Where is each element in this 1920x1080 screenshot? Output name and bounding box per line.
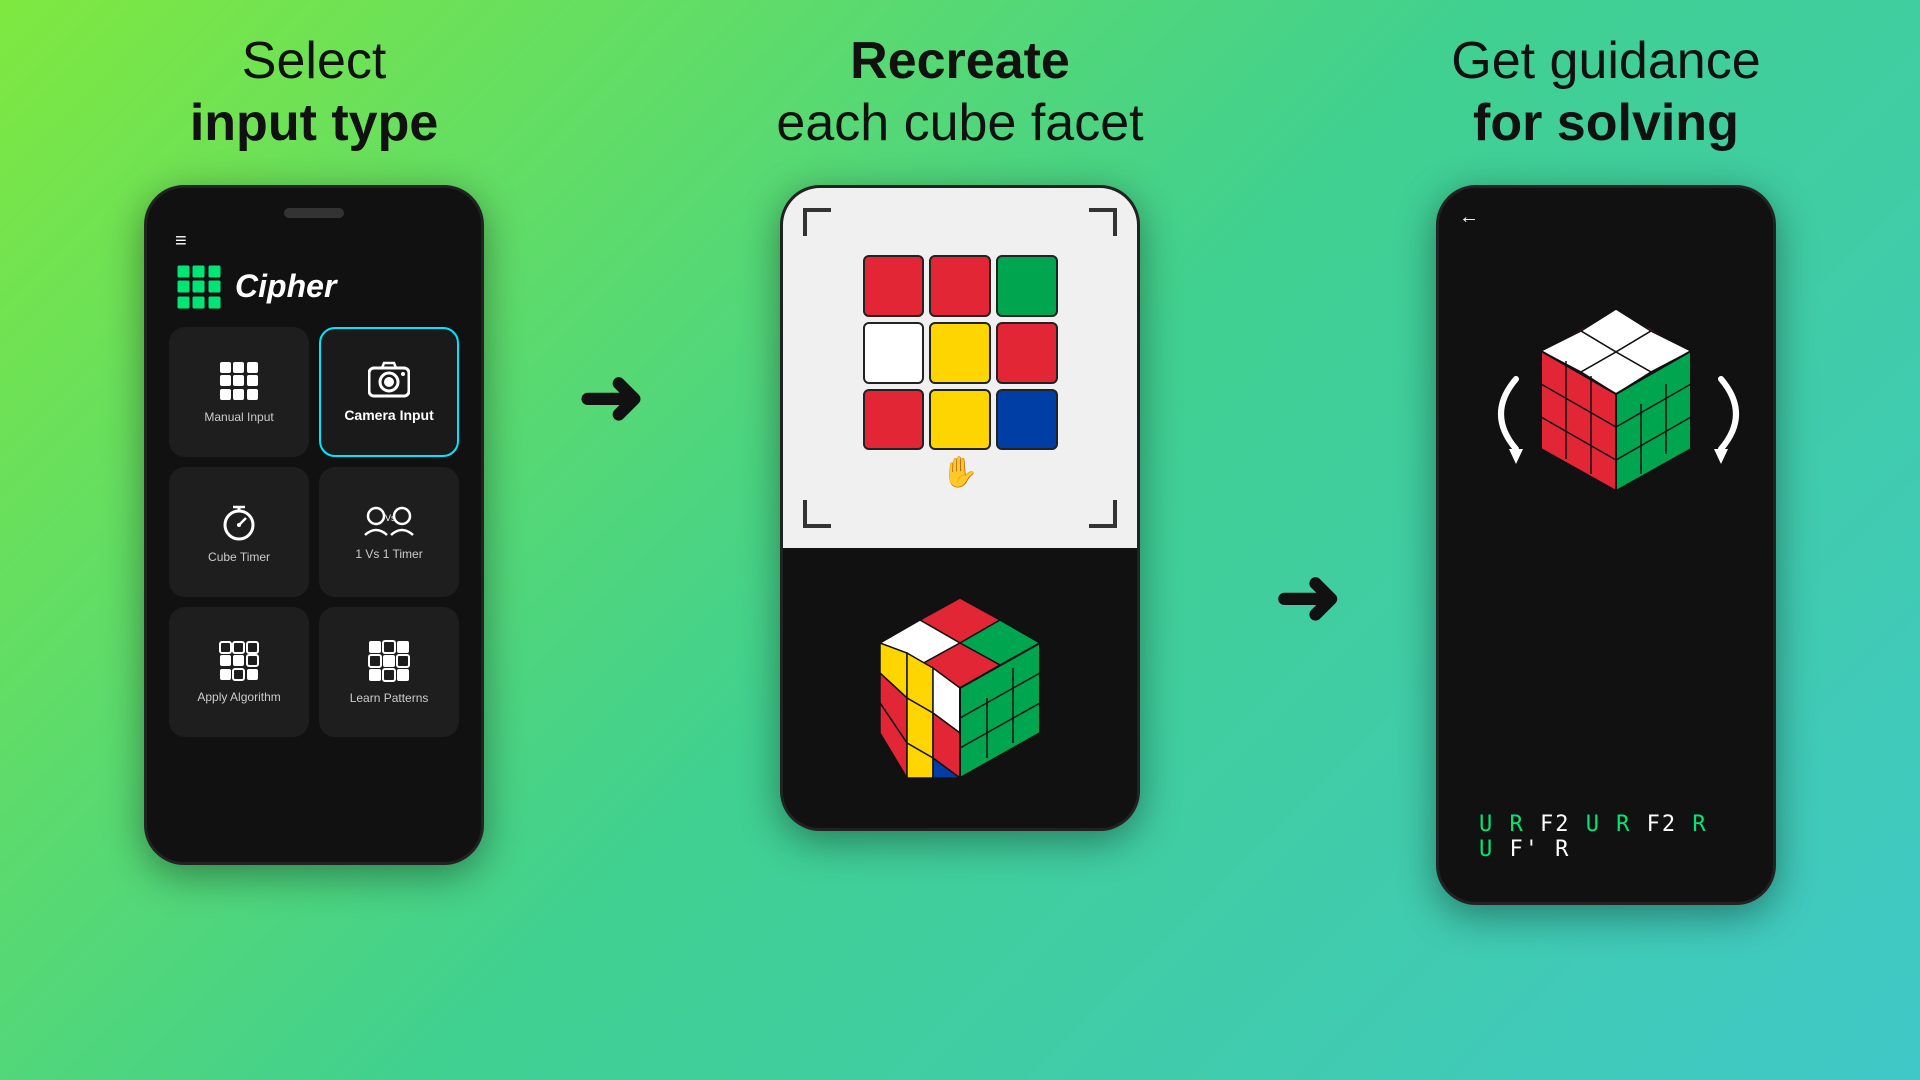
phone3-top-bar: ← (1439, 188, 1773, 239)
arrow-1-to-2: ➜ (568, 350, 655, 443)
column-2: Recreateeach cube facet (655, 30, 1265, 831)
manual-input-button[interactable]: Manual Input (169, 327, 309, 457)
manual-input-label: Manual Input (204, 410, 273, 424)
col1-title-bold: input type (190, 94, 438, 152)
corner-bl (803, 500, 831, 528)
cell-6 (863, 389, 925, 451)
app-logo-icon (175, 263, 223, 311)
camera-input-button[interactable]: Camera Input (319, 327, 459, 457)
phone-frame-3: ← (1436, 185, 1776, 905)
col1-title: Selectinput type (190, 30, 438, 155)
col2-title-bold: Recreate (850, 32, 1070, 90)
cell-2 (996, 255, 1058, 317)
stopwatch-icon (220, 500, 258, 542)
hand-indicator: ✋ (941, 455, 978, 490)
camera-icon (368, 361, 410, 399)
corner-tr (1089, 208, 1117, 236)
cell-8 (996, 389, 1058, 451)
app-header: Cipher (165, 263, 463, 327)
solving-cube-container (1476, 279, 1736, 539)
3d-cube-preview (850, 578, 1070, 798)
arrow-2-to-3: ➜ (1265, 550, 1352, 643)
1v1-timer-button[interactable]: Vs 1 Vs 1 Timer (319, 467, 459, 597)
cell-7 (929, 389, 991, 451)
algorithm-text: U R F2 U R F2 R U F' R (1459, 792, 1753, 882)
phone3-content: U R F2 U R F2 R U F' R (1439, 239, 1773, 902)
apply-algorithm-button[interactable]: U R' L Apply Algorithm (169, 607, 309, 737)
app-name-label: Cipher (235, 268, 336, 305)
corner-tl (803, 208, 831, 236)
hamburger-icon[interactable]: ≡ (175, 230, 187, 253)
cell-1 (929, 255, 991, 317)
corner-br (1089, 500, 1117, 528)
cell-0 (863, 255, 925, 317)
algo-white-3: F' R (1494, 837, 1570, 862)
learn-patterns-button[interactable]: Learn Patterns (319, 607, 459, 737)
cell-5 (996, 322, 1058, 384)
patterns-icon (367, 639, 411, 683)
camera-rubik-grid (863, 255, 1058, 450)
cube-timer-label: Cube Timer (208, 550, 270, 564)
bottom-cube-section (783, 548, 1137, 828)
cell-4 (929, 322, 991, 384)
column-1: Selectinput type ≡ (60, 30, 568, 865)
phone-frame-2: ✋ (780, 185, 1140, 831)
col3-title-bold: for solving (1473, 94, 1739, 152)
camera-view: ✋ (783, 188, 1137, 548)
algo-white-1: F2 (1525, 812, 1586, 837)
phone-notch (284, 208, 344, 218)
grid-icon (218, 360, 260, 402)
solving-cube-svg (1476, 279, 1756, 549)
cell-3 (863, 322, 925, 384)
svg-text:Vs: Vs (385, 513, 396, 523)
1v1-icon: Vs (363, 503, 415, 539)
col3-title: Get guidancefor solving (1451, 30, 1760, 155)
learn-patterns-label: Learn Patterns (350, 691, 429, 705)
algo-green-2: U R (1586, 812, 1632, 837)
1v1-timer-label: 1 Vs 1 Timer (355, 547, 422, 561)
algo-white-2: F2 (1631, 812, 1692, 837)
cube-timer-button[interactable]: Cube Timer (169, 467, 309, 597)
back-button[interactable]: ← (1459, 206, 1479, 229)
main-container: Selectinput type ≡ (0, 0, 1920, 1080)
status-bar: ≡ (165, 230, 463, 253)
column-3: Get guidancefor solving ← (1352, 30, 1860, 905)
algo-green-1: U R (1479, 812, 1525, 837)
algorithm-icon: U R' L (218, 640, 260, 682)
col2-title: Recreateeach cube facet (776, 30, 1143, 155)
camera-input-label: Camera Input (344, 407, 433, 423)
menu-grid: Manual Input Camera Input (165, 327, 463, 737)
apply-algorithm-label: Apply Algorithm (197, 690, 280, 704)
phone-frame-1: ≡ Cipher (144, 185, 484, 865)
